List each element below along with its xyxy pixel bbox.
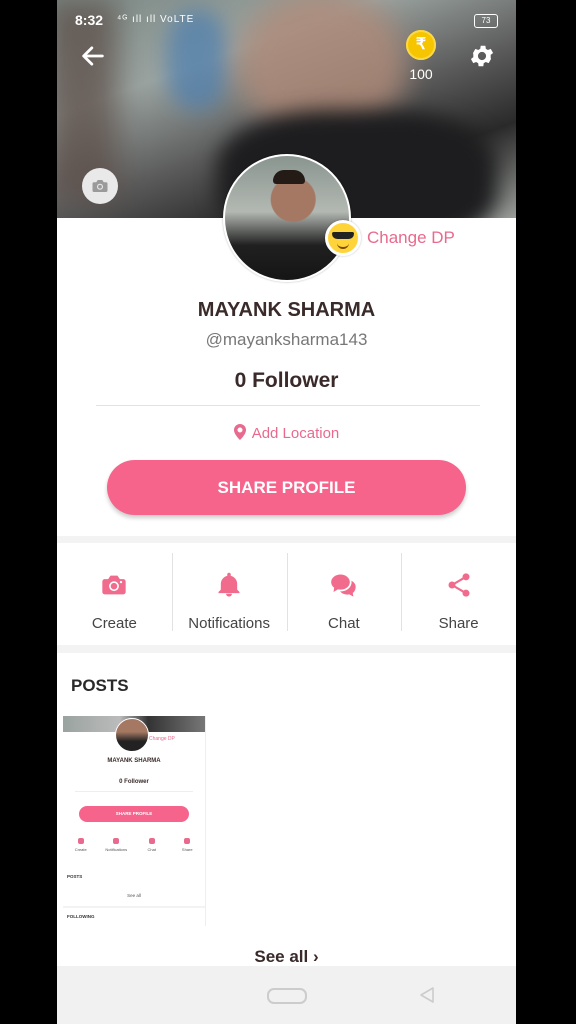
notifications-action[interactable]: Notifications (171, 543, 287, 645)
coin-count: 100 (409, 66, 433, 82)
profile-screen: 8:32 ⁴ᴳ ıll ıll VoLTE 73 ₹ 100 Change DP… (57, 0, 516, 1024)
action-bar: Create Notifications Chat Share (57, 543, 516, 645)
chat-label: Chat (328, 615, 360, 632)
follower-count[interactable]: 0 Follower (57, 369, 516, 393)
change-cover-button[interactable] (82, 168, 118, 204)
thumbnail-action: Chat (134, 838, 170, 864)
post-thumbnail[interactable]: Change DP MAYANK SHARMA 0 Follower SHARE… (63, 716, 206, 926)
thumbnail-divider (75, 791, 193, 792)
create-action[interactable]: Create (57, 543, 172, 645)
change-dp-button[interactable]: Change DP (325, 220, 455, 256)
bell-icon (218, 572, 240, 597)
thumbnail-following-title: FOLLOWING (67, 914, 95, 919)
share-action[interactable]: Share (401, 543, 516, 645)
profile-handle: @mayanksharma143 (205, 330, 368, 349)
add-location-link[interactable]: Add Location (57, 424, 516, 442)
divider (96, 405, 480, 406)
thumbnail-separator (63, 906, 205, 908)
share-profile-button[interactable]: SHARE PROFILE (107, 460, 466, 515)
share-icon (448, 573, 470, 597)
create-label: Create (91, 615, 137, 632)
thumbnail-posts-title: POSTS (67, 874, 83, 879)
posts-title: POSTS (71, 676, 129, 695)
see-all-link[interactable]: See all › (57, 947, 516, 967)
thumbnail-action: Share (170, 838, 206, 864)
battery-indicator: 73 (474, 14, 498, 28)
sunglasses-emoji-icon (325, 220, 361, 256)
chevron-right-icon: › (312, 947, 319, 966)
camera-icon (102, 575, 127, 595)
camera-icon (92, 180, 108, 192)
thumbnail-action: Create (63, 838, 99, 864)
thumbnail-actions: Create Notifications Chat Share (63, 838, 205, 864)
thumbnail-see-all: See all (127, 893, 141, 898)
status-time: 8:32 (75, 12, 104, 28)
thumbnail-action: Notifications (99, 838, 135, 864)
back-arrow-icon[interactable] (79, 42, 107, 70)
thumbnail-share-button: SHARE PROFILE (79, 806, 189, 822)
coin-icon[interactable]: ₹ (406, 30, 436, 60)
thumbnail-avatar (115, 718, 149, 752)
posts-section: POSTS Change DP MAYANK SHARMA 0 Follower… (57, 653, 516, 973)
thumbnail-name: MAYANK SHARMA (107, 758, 161, 764)
change-dp-label: Change DP (367, 228, 455, 247)
thumbnail-followers: 0 Follower (119, 779, 149, 785)
chat-action[interactable]: Chat (286, 543, 402, 645)
settings-gear-icon[interactable] (468, 42, 496, 70)
status-bar: 8:32 ⁴ᴳ ıll ıll VoLTE 73 (75, 12, 498, 32)
see-all-label: See all (254, 947, 309, 966)
location-pin-icon (233, 424, 246, 440)
system-nav-bar (57, 966, 516, 1024)
share-label: Share (438, 615, 479, 632)
nav-back-icon[interactable] (419, 986, 435, 1004)
location-label: Add Location (251, 425, 340, 442)
thumbnail-change-dp: Change DP (149, 736, 175, 742)
home-pill-button[interactable] (267, 988, 307, 1004)
signal-indicator: ⁴ᴳ ıll ıll VoLTE (117, 14, 195, 25)
notifications-label: Notifications (188, 615, 270, 632)
chat-icon (331, 574, 356, 597)
profile-name: MAYANK SHARMA (197, 299, 376, 321)
profile-avatar[interactable] (223, 154, 351, 282)
